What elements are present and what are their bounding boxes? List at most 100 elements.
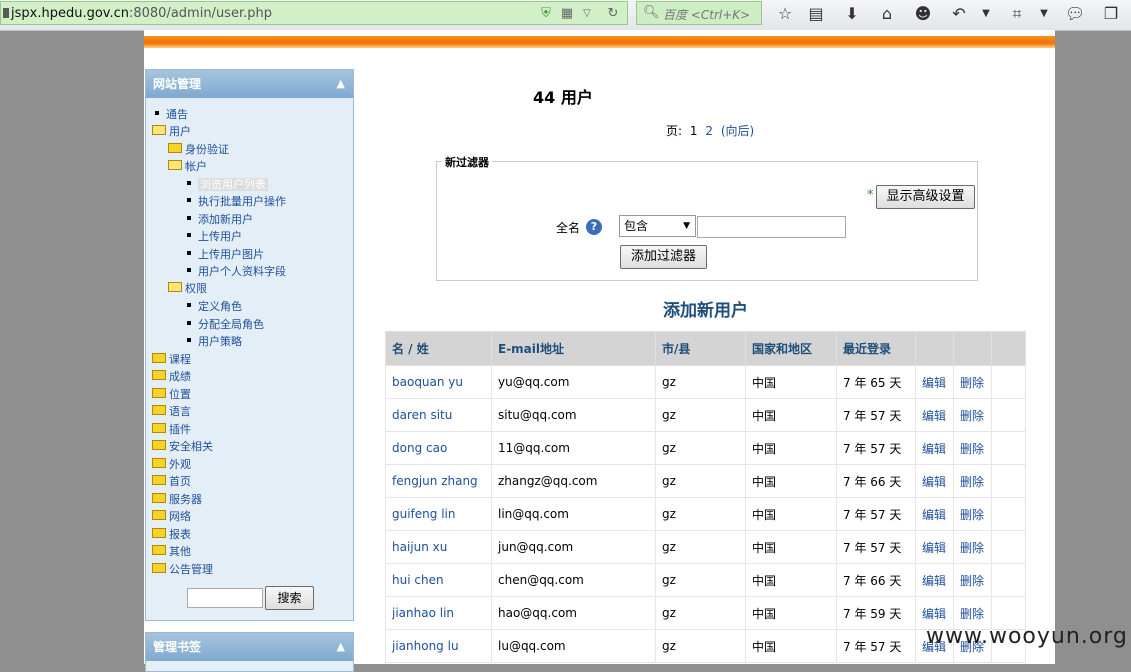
shield-icon[interactable]: ⛨ xyxy=(538,6,554,22)
chat-icon[interactable]: ☻ xyxy=(913,4,933,24)
edit-link[interactable]: 编辑 xyxy=(922,508,946,522)
user-name-link[interactable]: guifeng lin xyxy=(392,507,455,521)
admin-search-input[interactable] xyxy=(187,588,263,608)
delete-link[interactable]: 删除 xyxy=(960,442,984,456)
user-name-link[interactable]: hui chen xyxy=(392,573,444,587)
tree-item-browse-users[interactable]: 浏览用户列表 xyxy=(187,178,268,192)
undo-icon[interactable]: ↶ xyxy=(949,4,969,24)
window-icon[interactable]: ❐ xyxy=(1101,4,1121,24)
clipboard-icon[interactable]: ▤ xyxy=(806,4,826,24)
col-empty xyxy=(991,331,1026,366)
help-icon[interactable]: ? xyxy=(586,219,602,235)
tree-item-courses[interactable]: 课程 xyxy=(152,353,191,367)
edit-link-cell: 编辑 xyxy=(915,497,954,531)
col-email[interactable]: E-mail地址 xyxy=(491,331,656,366)
delete-link[interactable]: 删除 xyxy=(960,574,984,588)
delete-link[interactable]: 删除 xyxy=(960,409,984,423)
next-page-link[interactable]: (向后) xyxy=(721,124,754,138)
tree-item-define-roles[interactable]: 定义角色 xyxy=(187,300,242,314)
home-icon[interactable]: ⌂ xyxy=(877,4,897,24)
edit-link[interactable]: 编辑 xyxy=(922,376,946,390)
tree-item-plugins[interactable]: 插件 xyxy=(152,423,191,437)
chevron-down-icon[interactable]: ▼ xyxy=(1034,4,1054,24)
user-city-cell: gz xyxy=(655,530,746,564)
user-country-cell: 中国 xyxy=(745,563,837,597)
tree-item-reports[interactable]: 报表 xyxy=(152,528,191,542)
tree-item-server[interactable]: 服务器 xyxy=(152,493,202,507)
tree-item-front-page[interactable]: 首页 xyxy=(152,475,191,489)
user-name-link[interactable]: jianhao lin xyxy=(392,606,454,620)
download-icon[interactable]: ⬇ xyxy=(842,4,862,24)
user-name-link[interactable]: fengjun zhang xyxy=(392,474,478,488)
tree-item-language[interactable]: 语言 xyxy=(152,405,191,419)
edit-link[interactable]: 编辑 xyxy=(922,574,946,588)
address-bar[interactable]: jspx.hpedu.gov.cn:8080/admin/user.php ⛨ … xyxy=(0,1,628,25)
delete-link[interactable]: 删除 xyxy=(960,607,984,621)
tree-item-user-policies[interactable]: 用户策略 xyxy=(187,335,242,349)
add-new-user-link[interactable]: 添加新用户 xyxy=(663,296,748,321)
tree-item-assign-roles[interactable]: 分配全局角色 xyxy=(187,318,264,332)
collapse-icon[interactable]: ▲ xyxy=(337,633,345,661)
edit-link[interactable]: 编辑 xyxy=(922,442,946,456)
user-name-link[interactable]: dong cao xyxy=(392,441,447,455)
user-email-cell: zhangz@qq.com xyxy=(491,464,656,498)
tree-item-other[interactable]: 其他 xyxy=(152,545,191,559)
tree-item-network[interactable]: 网络 xyxy=(152,510,191,524)
tree-item-upload-pictures[interactable]: 上传用户图片 xyxy=(187,248,264,262)
tree-item-upload-users[interactable]: 上传用户 xyxy=(187,230,242,244)
show-advanced-button[interactable]: 显示高级设置 xyxy=(876,185,975,209)
delete-link[interactable]: 删除 xyxy=(960,541,984,555)
search-button[interactable]: 搜索 xyxy=(265,586,314,610)
user-name-link-cell: haijun xu xyxy=(385,530,492,564)
user-name-link[interactable]: haijun xu xyxy=(392,540,447,554)
user-name-link[interactable]: jianhong lu xyxy=(392,639,459,653)
dropdown-icon[interactable]: ▽ xyxy=(579,6,595,22)
qr-code-icon[interactable]: ▦ xyxy=(559,6,575,22)
tree-item-auth[interactable]: 身份验证 xyxy=(168,143,229,157)
col-last-login[interactable]: 最近登录 xyxy=(836,331,916,366)
tree-item-accounts[interactable]: 帐户 xyxy=(168,160,207,174)
user-country-cell: 中国 xyxy=(745,530,837,564)
add-filter-button[interactable]: 添加过滤器 xyxy=(620,245,707,269)
user-email-cell: situ@qq.com xyxy=(491,398,656,432)
user-name-link[interactable]: daren situ xyxy=(392,408,452,422)
page-2-link[interactable]: 2 xyxy=(705,124,713,138)
tree-item-grades[interactable]: 成绩 xyxy=(152,370,191,384)
user-city-cell: gz xyxy=(655,497,746,531)
tree-item-security[interactable]: 安全相关 xyxy=(152,440,213,454)
tree-item-notices[interactable]: 通告 xyxy=(155,108,188,122)
delete-link[interactable]: 删除 xyxy=(960,376,984,390)
search-box[interactable]: 🔍︎ 百度 <Ctrl+K> xyxy=(636,1,762,25)
col-name[interactable]: 名 / 姓 xyxy=(385,331,492,366)
tree-item-add-user[interactable]: 添加新用户 xyxy=(187,213,253,227)
tree-item-bulk-actions[interactable]: 执行批量用户操作 xyxy=(187,195,286,209)
url-text[interactable]: jspx.hpedu.gov.cn:8080/admin/user.php xyxy=(11,6,272,21)
collapse-icon[interactable]: ▲ xyxy=(337,70,345,98)
user-name-link[interactable]: baoquan yu xyxy=(392,375,463,389)
filter-value-input[interactable] xyxy=(697,216,846,238)
user-country: 中国 xyxy=(752,375,777,390)
folder-icon xyxy=(152,405,166,415)
delete-link[interactable]: 删除 xyxy=(960,508,984,522)
speech-bubble-icon[interactable]: 💬︎ xyxy=(1065,4,1085,24)
operator-select[interactable]: 包含 ▼ xyxy=(619,215,696,237)
table-row: hui chen chen@qq.com gz 中国 7 年 66 天 编辑 删除 xyxy=(385,563,1026,597)
tree-item-announcements[interactable]: 公告管理 xyxy=(152,563,213,577)
tree-item-users[interactable]: 用户 xyxy=(152,125,191,139)
tree-item-location[interactable]: 位置 xyxy=(152,388,191,402)
chevron-down-icon[interactable]: ▼ xyxy=(976,4,996,24)
edit-link[interactable]: 编辑 xyxy=(922,475,946,489)
col-country[interactable]: 国家和地区 xyxy=(745,331,837,366)
bookmark-star-icon[interactable]: ☆ xyxy=(775,4,795,24)
edit-link[interactable]: 编辑 xyxy=(922,541,946,555)
edit-link[interactable]: 编辑 xyxy=(922,409,946,423)
user-city: gz xyxy=(662,573,676,587)
tree-item-permissions[interactable]: 权限 xyxy=(168,282,207,296)
crop-icon[interactable]: ⌗ xyxy=(1007,4,1027,24)
col-city[interactable]: 市/县 xyxy=(655,331,746,366)
tree-item-appearance[interactable]: 外观 xyxy=(152,458,191,472)
edit-link[interactable]: 编辑 xyxy=(922,607,946,621)
delete-link[interactable]: 删除 xyxy=(960,475,984,489)
refresh-icon[interactable]: ↻ xyxy=(605,6,621,22)
tree-item-profile-fields[interactable]: 用户个人资料字段 xyxy=(187,265,286,279)
